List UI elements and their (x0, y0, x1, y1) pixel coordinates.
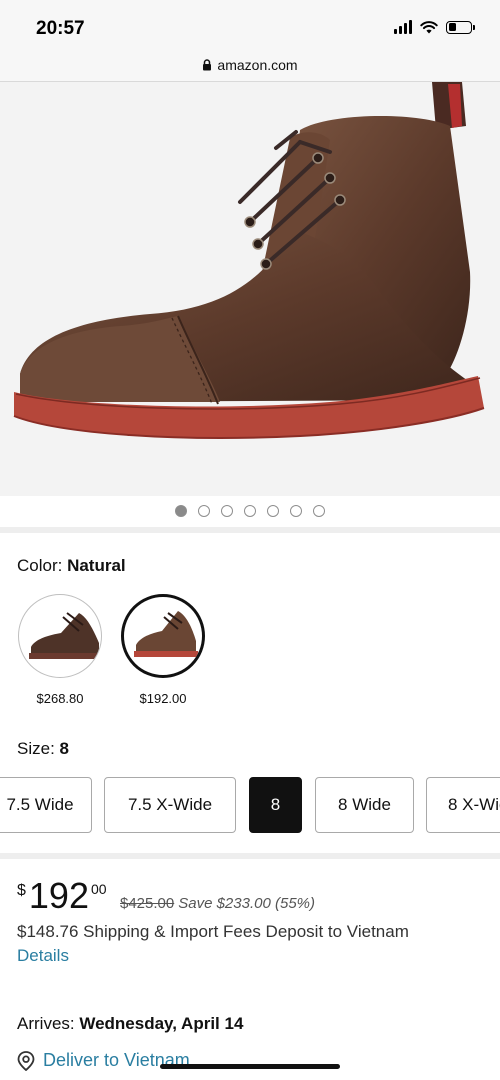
color-swatch-selected[interactable] (121, 594, 205, 678)
color-swatch[interactable] (18, 594, 102, 678)
carousel-dot[interactable] (290, 505, 302, 517)
price-fraction: 00 (90, 881, 107, 897)
arrival-date: Wednesday, April 14 (79, 1014, 244, 1033)
size-option[interactable]: 8 X-Wide (426, 777, 500, 833)
swatch-price: $192.00 (139, 691, 187, 706)
boot-thumbnail (29, 612, 101, 659)
carousel-dot[interactable] (198, 505, 210, 517)
shipping-fees: $148.76 Shipping & Import Fees Deposit t… (17, 922, 409, 941)
carousel-dot[interactable] (244, 505, 256, 517)
list-price-row: $425.00 Save $233.00 (55%) (120, 895, 315, 912)
carousel-dot[interactable] (267, 505, 279, 517)
lock-icon (203, 58, 212, 70)
size-value: 8 (59, 739, 69, 758)
list-price: $425.00 (120, 895, 175, 912)
size-option[interactable]: 7.5 Wide (0, 777, 92, 833)
status-time: 20:57 (36, 18, 85, 39)
carousel-dot-active[interactable] (175, 505, 187, 517)
url-domain: amazon.com (217, 56, 298, 73)
swatch-price: $268.80 (36, 691, 84, 706)
section-divider (0, 853, 500, 859)
details-link[interactable]: Details (17, 946, 69, 966)
product-image[interactable] (0, 82, 500, 496)
carousel-dot[interactable] (313, 505, 325, 517)
size-option-selected[interactable]: 8 (249, 777, 302, 833)
section-divider (0, 527, 500, 533)
delivery-date: Arrives: Wednesday, April 14 (17, 1014, 244, 1033)
color-label: Color: Natural (17, 556, 126, 575)
battery-icon (446, 20, 475, 34)
status-icons (394, 20, 475, 34)
price-whole: 192 (28, 875, 89, 916)
signal-icon (394, 20, 412, 34)
wifi-icon (420, 21, 438, 34)
savings: Save $233.00 (55%) (178, 895, 315, 912)
price-symbol: $ (17, 882, 26, 899)
carousel-dot[interactable] (221, 505, 233, 517)
color-value: Natural (67, 556, 126, 575)
boot-thumbnail (134, 611, 198, 657)
size-label: Size: 8 (17, 739, 69, 758)
carousel-dots[interactable] (0, 505, 500, 517)
boot-image (13, 82, 485, 439)
location-pin-icon (17, 1050, 35, 1071)
status-bar: 20:57 (0, 0, 500, 48)
home-indicator (160, 1064, 340, 1069)
url-bar[interactable]: amazon.com (0, 48, 500, 82)
size-option[interactable]: 7.5 X-Wide (104, 777, 236, 833)
size-option[interactable]: 8 Wide (315, 777, 414, 833)
price: $ 192 00 (17, 876, 107, 916)
